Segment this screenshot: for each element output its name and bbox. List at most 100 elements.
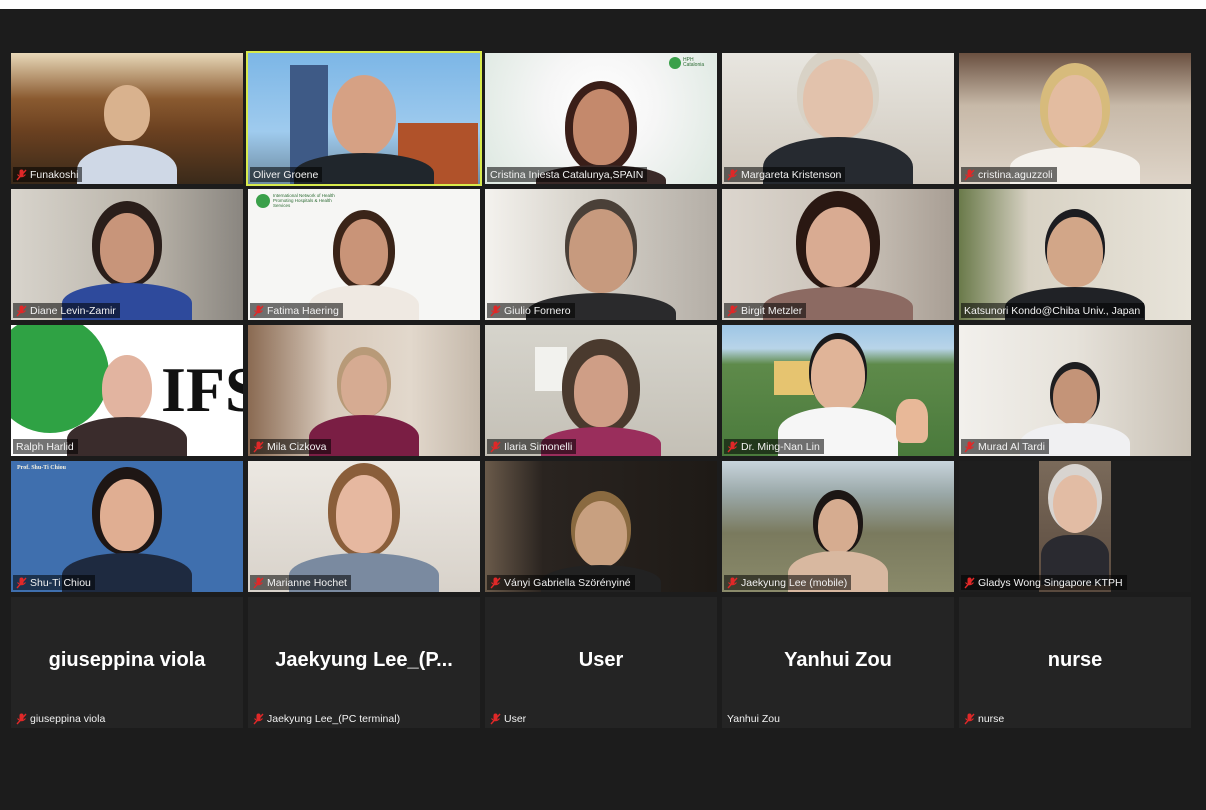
muted-mic-icon [16,713,27,724]
participant-video [818,499,858,553]
profile-caption: Prof. Shu-Ti Chiou [17,465,66,471]
name-label: Murad Al Tardi [961,439,1049,454]
video-tile-vanyi-gabriella[interactable]: Ványi Gabriella Szörényiné [485,461,717,592]
name-label: Yanhui Zou [724,711,784,726]
video-tile-jaekyung-lee-pc[interactable]: Jaekyung Lee_(P... Jaekyung Lee_(PC term… [248,597,480,728]
muted-mic-icon [253,305,264,316]
video-tile-diane-levin-zamir[interactable]: Diane Levin-Zamir [11,189,243,320]
participant-video [574,355,628,427]
name-label: Funakoshi [13,167,83,182]
muted-mic-icon [490,577,501,588]
name-label: Fatima Haering [250,303,343,318]
video-tile-shu-ti-chiou[interactable]: Prof. Shu-Ti Chiou Shu-Ti Chiou [11,461,243,592]
thumbs-up [896,399,928,443]
video-tile-katsunori-kondo[interactable]: Katsunori Kondo@Chiba Univ., Japan [959,189,1191,320]
video-tile-oliver-groene[interactable]: Oliver Groene [246,51,482,186]
name-label: Oliver Groene [250,167,323,182]
participant-name: Ványi Gabriella Szörényiné [504,576,631,589]
participant-name: Mila Cizkova [267,440,327,453]
video-tile-murad-al-tardi[interactable]: Murad Al Tardi [959,325,1191,456]
name-label: Marianne Hochet [250,575,351,590]
participant-name: User [504,712,527,725]
display-name: giuseppina viola [48,649,206,671]
muted-mic-icon [490,713,501,724]
video-tile-yanhui-zou[interactable]: Yanhui Zou Yanhui Zou [722,597,954,728]
hph-logo: HPH Catalonia [669,57,709,69]
participant-name: Dr. Ming-Nan Lin [741,440,820,453]
video-tile-margareta-kristenson[interactable]: Margareta Kristenson [722,53,954,184]
participant-video [573,89,629,165]
muted-mic-icon [253,441,264,452]
video-tile-marianne-hochet[interactable]: Marianne Hochet [248,461,480,592]
video-tile-mila-cizkova[interactable]: Mila Cizkova [248,325,480,456]
video-tile-birgit-metzler[interactable]: Birgit Metzler [722,189,954,320]
name-label: Jaekyung Lee (mobile) [724,575,852,590]
participant-name: Ilaria Simonelli [504,440,573,453]
ifs-logo-text: IFS [161,354,243,425]
participant-video [340,219,388,285]
name-label: Ványi Gabriella Szörényiné [487,575,635,590]
participant-name: Diane Levin-Zamir [30,304,116,317]
video-tile-ming-nan-lin[interactable]: Dr. Ming-Nan Lin [722,325,954,456]
participant-video [100,213,154,283]
name-label: nurse [961,711,1008,726]
video-tile-user[interactable]: User User [485,597,717,728]
participant-name: Ralph Harlid [16,440,74,453]
participant-video [332,75,396,155]
name-label: Ralph Harlid [13,439,78,454]
name-label: giuseppina viola [13,711,109,726]
participant-video [104,85,150,141]
display-name: Jaekyung Lee_(P... [275,649,453,671]
video-tile-giulio-fornero[interactable]: Giulio Fornero [485,189,717,320]
video-tile-ralph-harlid[interactable]: IFS Ralph Harlid [11,325,243,456]
video-tile-ilaria-simonelli[interactable]: Ilaria Simonelli [485,325,717,456]
participant-video [1047,217,1103,287]
muted-mic-icon [727,577,738,588]
video-tile-jaekyung-lee-mobile[interactable]: Jaekyung Lee (mobile) [722,461,954,592]
window-top-strip [0,0,1206,9]
participant-body [67,417,187,456]
name-label: User [487,711,530,726]
participant-video [102,355,152,421]
name-label: Birgit Metzler [724,303,807,318]
hph-logo: International Network of Health Promotin… [256,193,343,208]
muted-mic-icon [727,441,738,452]
muted-mic-icon [490,305,501,316]
name-label: Giulio Fornero [487,303,575,318]
participant-video [575,501,627,567]
participant-name: Margareta Kristenson [741,168,842,181]
name-label: Gladys Wong Singapore KTPH [961,575,1127,590]
video-tile-gladys-wong[interactable]: Gladys Wong Singapore KTPH [959,461,1191,592]
participant-name: nurse [978,712,1005,725]
muted-mic-icon [727,305,738,316]
video-tile-funakoshi[interactable]: Funakoshi [11,53,243,184]
video-tile-giuseppina-viola[interactable]: giuseppina viola giuseppina viola [11,597,243,728]
participant-name: Oliver Groene [253,168,319,181]
display-name: Yanhui Zou [784,649,892,671]
muted-mic-icon [964,441,975,452]
participant-video [1053,369,1097,425]
display-name: nurse [1047,649,1103,671]
participant-name: Fatima Haering [267,304,339,317]
muted-mic-icon [727,169,738,180]
video-tile-cristina-aguzzoli[interactable]: cristina.aguzzoli [959,53,1191,184]
muted-mic-icon [490,441,501,452]
video-tile-nurse[interactable]: nurse nurse [959,597,1191,728]
name-label: Margareta Kristenson [724,167,846,182]
participant-name: Yanhui Zou [727,712,780,725]
display-name: User [578,649,624,671]
name-label: Shu-Ti Chiou [13,575,95,590]
name-label: Mila Cizkova [250,439,331,454]
wall-paper [535,347,567,391]
name-label: Ilaria Simonelli [487,439,577,454]
name-label: cristina.aguzzoli [961,167,1057,182]
video-tile-fatima-haering[interactable]: International Network of Health Promotin… [248,189,480,320]
name-label: Jaekyung Lee_(PC terminal) [250,711,404,726]
participant-name: Katsunori Kondo@Chiba Univ., Japan [964,304,1141,317]
name-label: Dr. Ming-Nan Lin [724,439,824,454]
participant-name: Giulio Fornero [504,304,571,317]
video-gallery: Funakoshi Oliver Groene HPH Catalonia Cr… [11,51,1192,728]
participant-name: Shu-Ti Chiou [30,576,91,589]
participant-video [341,355,387,417]
video-tile-cristina-iniesta[interactable]: HPH Catalonia Cristina Iniesta Catalunya… [485,53,717,184]
